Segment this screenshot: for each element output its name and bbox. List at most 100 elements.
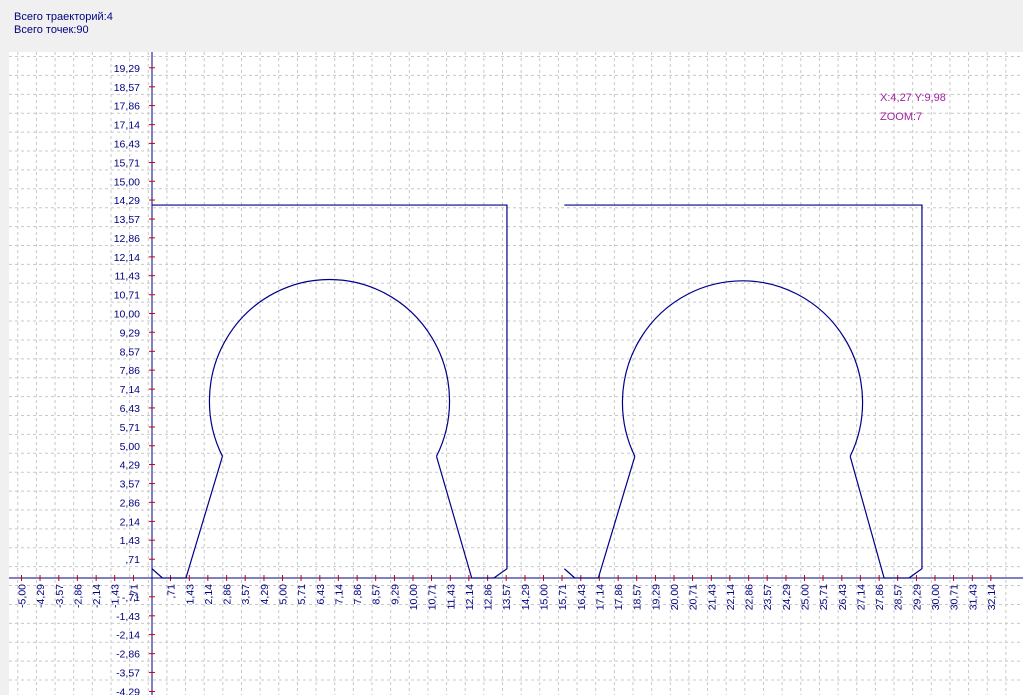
trajectory-segment <box>564 204 923 579</box>
x-tick-label: 7,14 <box>333 584 345 605</box>
x-tick-label: 27,86 <box>874 584 886 610</box>
y-tick-label: -1,43 <box>116 611 140 623</box>
x-tick-label: ,71 <box>166 584 178 599</box>
x-tick-label: 27,14 <box>855 584 867 610</box>
x-tick-label: 31,43 <box>967 584 979 610</box>
x-tick-label: 30,71 <box>949 584 961 610</box>
x-tick-label: 2,86 <box>222 584 234 605</box>
x-tick-label: 7,86 <box>352 584 364 605</box>
x-tick-label: 20,71 <box>688 584 700 610</box>
y-tick-label: -3,57 <box>116 667 140 679</box>
x-tick-label: 17,86 <box>613 584 625 610</box>
x-tick-label: 18,57 <box>632 584 644 610</box>
x-tick-label: 32,14 <box>986 584 998 610</box>
x-tick-label: -3,57 <box>54 584 66 608</box>
y-tick-label: -,71 <box>122 592 140 604</box>
trajectory-segment <box>151 456 224 579</box>
y-tick-label: 10,00 <box>114 309 140 321</box>
total-paths-label: Всего траекторий:4 <box>14 11 113 23</box>
x-tick-label: 11,43 <box>445 584 457 610</box>
x-tick-label: 25,00 <box>800 584 812 610</box>
x-tick-labels: -5,00 -4,29 -3,57 -2,86 -2,14 -1,43 -,71 ,71 1,4… <box>17 584 998 610</box>
y-tick-label: 3,57 <box>120 479 141 491</box>
x-tick-label: 1,43 <box>184 584 196 605</box>
x-tick-label: -2,14 <box>91 584 103 608</box>
y-tick-label: 15,71 <box>114 157 140 169</box>
x-tick-label: 10,71 <box>427 584 439 610</box>
grid-lines <box>9 52 1023 695</box>
y-tick-label: 18,57 <box>114 82 140 94</box>
x-tick-label: -1,43 <box>110 584 122 608</box>
y-tick-label: 2,14 <box>120 516 141 528</box>
info-panel: Всего траекторий:4 Всего точек:90 <box>14 11 113 37</box>
x-tick-label: 17,14 <box>594 584 606 610</box>
x-tick-label: 3,57 <box>240 584 252 605</box>
x-tick-label: 30,00 <box>930 584 942 610</box>
y-tick-label: 1,43 <box>120 535 141 547</box>
x-tick-label: 20,00 <box>669 584 681 610</box>
x-tick-label: 14,29 <box>520 584 532 610</box>
x-tick-label: 26,43 <box>837 584 849 610</box>
y-tick-label: ,71 <box>125 554 140 566</box>
x-tick-label: 5,71 <box>296 584 308 605</box>
x-tick-label: 5,00 <box>278 584 290 605</box>
y-tick-label: 7,86 <box>120 365 141 377</box>
y-tick-label: 8,57 <box>120 346 141 358</box>
x-tick-label: 16,43 <box>576 584 588 610</box>
trajectory-plot[interactable]: -5,00 -4,29 -3,57 -2,86 -2,14 -1,43 -,71,71 1,4… <box>9 52 1023 695</box>
x-tick-label: 28,57 <box>893 584 905 610</box>
trajectory-segment <box>152 204 508 579</box>
y-tick-label: -2,14 <box>116 630 140 642</box>
x-tick-label: 4,29 <box>259 584 271 605</box>
y-tick-label: -2,86 <box>116 649 140 661</box>
trajectories <box>151 204 923 579</box>
trajectory-segment <box>563 456 636 579</box>
trajectory-arc <box>208 278 451 457</box>
cursor-coords-readout: X:4,27 Y:9,98 <box>880 92 946 104</box>
axes <box>9 52 1023 695</box>
x-tick-label: 9,29 <box>389 584 401 605</box>
y-tick-label: 11,43 <box>115 271 141 283</box>
x-tick-label: 13,57 <box>501 584 513 610</box>
y-tick-label: 7,14 <box>120 384 141 396</box>
y-tick-label: -4,29 <box>116 686 140 695</box>
y-tick-label: 17,14 <box>114 120 140 132</box>
y-tick-label: 15,00 <box>114 176 140 188</box>
y-tick-label: 14,29 <box>114 195 140 207</box>
x-tick-label: 6,43 <box>315 584 327 605</box>
x-tick-label: 19,29 <box>650 584 662 610</box>
x-tick-label: 2,14 <box>203 584 215 605</box>
x-tick-label: 12,14 <box>464 584 476 610</box>
x-tick-label: -5,00 <box>17 584 29 608</box>
y-tick-label: 13,57 <box>114 214 140 226</box>
y-tick-label: 9,29 <box>120 327 141 339</box>
zoom-readout: ZOOM:7 <box>880 111 922 123</box>
y-tick-label: 10,71 <box>114 290 140 302</box>
x-tick-label: -2,86 <box>72 584 84 608</box>
x-tick-label: 24,29 <box>781 584 793 610</box>
y-tick-label: 4,29 <box>120 460 141 472</box>
x-tick-label: 12,86 <box>483 584 495 610</box>
y-tick-label: 6,43 <box>120 403 141 415</box>
y-tick-label: 12,14 <box>114 252 140 264</box>
x-tick-label: 22,86 <box>744 584 756 610</box>
x-tick-label: 8,57 <box>371 584 383 605</box>
x-tick-label: 15,71 <box>557 584 569 610</box>
x-tick-label: 10,00 <box>408 584 420 610</box>
y-tick-label: 5,71 <box>120 422 141 434</box>
x-tick-label: 29,29 <box>911 584 923 610</box>
y-tick-label: 19,29 <box>114 63 140 75</box>
y-tick-label: 12,86 <box>114 233 140 245</box>
y-tick-label: 16,43 <box>114 138 140 150</box>
y-tick-label: 2,86 <box>120 497 141 509</box>
x-tick-label: -4,29 <box>35 584 47 608</box>
x-tick-label: 25,71 <box>818 584 830 610</box>
x-tick-label: 15,00 <box>539 584 551 610</box>
x-tick-label: 21,43 <box>706 584 718 610</box>
y-tick-label: 17,86 <box>114 101 140 113</box>
plot-canvas[interactable]: -5,00 -4,29 -3,57 -2,86 -2,14 -1,43 -,71,71 1,4… <box>9 52 1023 695</box>
x-tick-label: 22,14 <box>725 584 737 610</box>
x-tick-label: 23,57 <box>762 584 774 610</box>
y-tick-label: 5,00 <box>120 441 141 453</box>
total-points-label: Всего точек:90 <box>14 24 89 36</box>
